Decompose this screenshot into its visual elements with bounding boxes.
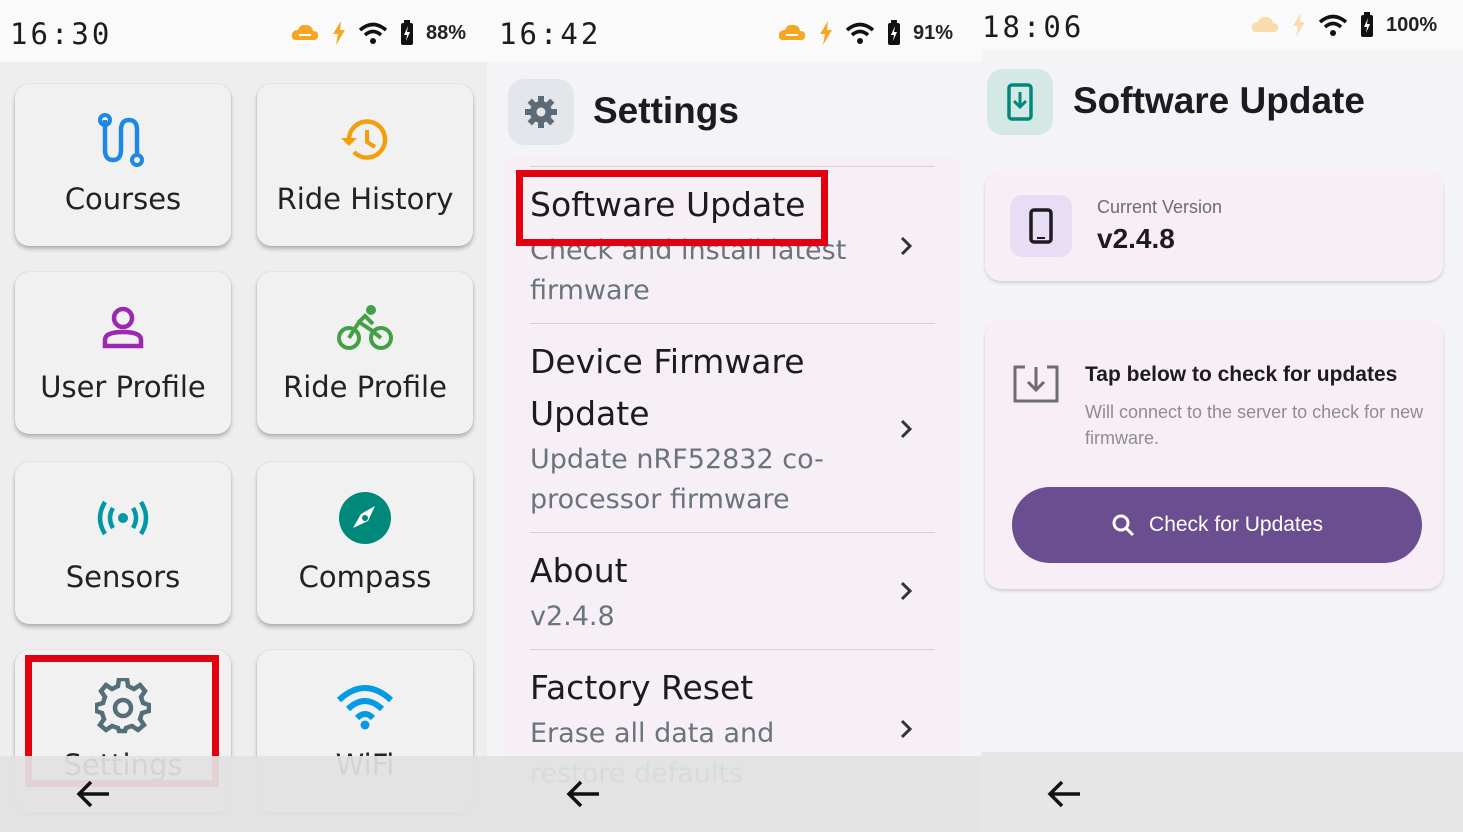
settings-list: Software Update Check and install latest… (505, 156, 960, 808)
chevron-right-icon (900, 719, 913, 739)
gear-icon (525, 96, 557, 128)
back-arrow-icon[interactable] (563, 774, 603, 814)
back-arrow-icon[interactable] (1044, 774, 1084, 814)
chevron-right-icon (900, 581, 913, 601)
tile-ride-history[interactable]: Ride History (257, 84, 473, 246)
route-icon (98, 113, 144, 167)
status-time: 18:06 (982, 10, 1085, 44)
status-time: 16:42 (499, 17, 602, 51)
item-title: About (530, 551, 628, 590)
sensors-icon (97, 500, 149, 536)
status-time: 16:30 (10, 17, 113, 51)
cloud-sync-icon (778, 24, 806, 40)
item-title: Factory Reset (530, 668, 754, 707)
tile-label: User Profile (40, 370, 206, 404)
tile-label: Sensors (65, 560, 181, 594)
chevron-right-icon (900, 419, 913, 439)
tile-label: Ride Profile (283, 370, 447, 404)
charging-icon (333, 21, 345, 45)
person-icon (102, 306, 144, 349)
settings-screen: 16:42 91% Settings Software Update Check… (487, 0, 982, 832)
system-update-icon (1007, 83, 1033, 121)
wifi-status-icon (358, 22, 388, 44)
settings-item-device-firmware-update[interactable]: Device Firmware Update Update nRF52832 c… (530, 323, 935, 532)
tile-user-profile[interactable]: User Profile (15, 272, 231, 434)
wifi-icon (337, 685, 393, 730)
battery-percent: 88% (426, 21, 467, 44)
software-update-screen: 18:06 100% Software Update Current Versi… (982, 0, 1463, 832)
check-for-updates-button[interactable]: Check for Updates (1012, 487, 1422, 563)
update-header-icon (987, 69, 1053, 135)
battery-icon (1361, 12, 1373, 37)
tile-label: Courses (64, 182, 182, 216)
tile-ride-profile[interactable]: Ride Profile (257, 272, 473, 434)
wifi-status-icon (1318, 14, 1348, 36)
chevron-right-icon (900, 236, 913, 256)
current-version-label: Current Version (1097, 197, 1223, 217)
history-icon (341, 119, 388, 160)
tile-label: Ride History (276, 182, 454, 216)
phone-icon-container (1010, 195, 1072, 257)
page-title: Settings (593, 90, 739, 131)
tile-compass[interactable]: Compass (257, 462, 473, 624)
search-icon (1112, 514, 1135, 537)
item-title: Device Firmware Update (530, 342, 805, 433)
tile-courses[interactable]: Courses (15, 84, 231, 246)
nav-bar (487, 756, 982, 832)
page-title: Software Update (1073, 80, 1365, 121)
settings-item-about[interactable]: About v2.4.8 (530, 532, 935, 649)
current-version-card: Current Version v2.4.8 (985, 171, 1443, 281)
settings-header-icon (508, 79, 574, 145)
home-screen: 16:30 88% Courses Ride History User Prof… (0, 0, 487, 832)
check-button-label: Check for Updates (1149, 513, 1323, 536)
cloud-sync-icon (1251, 16, 1279, 32)
item-subtitle: Update nRF52832 co-processor firmware (530, 444, 824, 515)
update-subtitle: Will connect to the server to check for … (1085, 402, 1424, 448)
update-title: Tap below to check for updates (1085, 363, 1398, 386)
bicycle-icon (337, 305, 393, 350)
charging-icon (1293, 13, 1305, 37)
charging-icon (820, 21, 832, 45)
status-bar: 16:30 88% (0, 0, 487, 62)
nav-bar (982, 752, 1463, 832)
current-version-value: v2.4.8 (1097, 223, 1175, 254)
download-icon (1013, 365, 1059, 403)
wifi-status-icon (845, 22, 875, 44)
status-bar: 18:06 100% (982, 0, 1463, 50)
phone-icon (1029, 208, 1053, 244)
compass-icon (339, 492, 391, 544)
battery-percent: 91% (913, 21, 954, 44)
battery-percent: 100% (1386, 13, 1438, 36)
back-arrow-icon[interactable] (73, 774, 113, 814)
battery-icon (888, 20, 900, 45)
battery-icon (401, 20, 413, 45)
update-check-card: Tap below to check for updates Will conn… (985, 321, 1443, 589)
status-bar: 16:42 91% (487, 0, 982, 62)
tile-label: Compass (298, 560, 432, 594)
cloud-sync-icon (291, 24, 319, 40)
tile-sensors[interactable]: Sensors (15, 462, 231, 624)
item-subtitle: v2.4.8 (530, 601, 615, 632)
nav-bar (0, 756, 487, 832)
highlight-box (516, 170, 828, 246)
